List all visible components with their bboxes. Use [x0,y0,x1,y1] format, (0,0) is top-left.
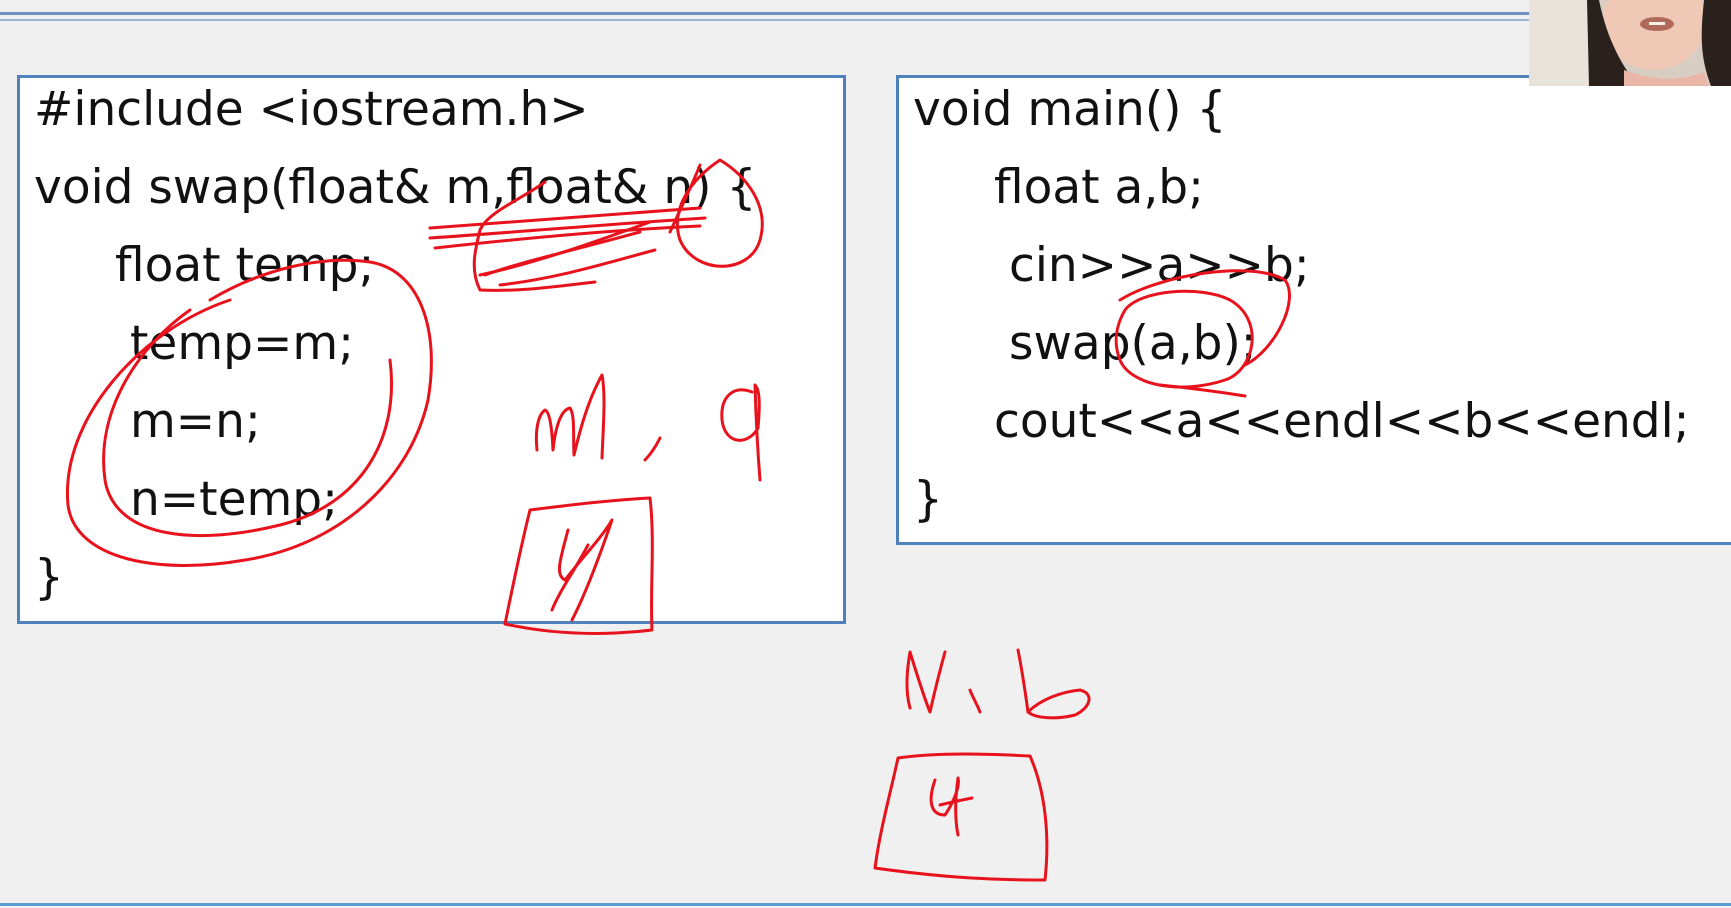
slide-footer-rule [0,903,1731,906]
code-line-swap-call: swap(a,b); [1009,316,1257,371]
code-line-cin: cin>>a>>b; [1009,238,1310,293]
code-line-main-close-brace: } [913,472,943,527]
main-function-code-box: void main() { float a,b; cin>>a>>b; swap… [896,75,1731,545]
swap-function-code-box: #include <iostream.h> void swap(float& m… [17,75,846,624]
code-line-n-assign: n=temp; [130,472,338,527]
handwritten-4-scribble [938,796,974,807]
code-line-m-assign: m=n; [130,394,261,449]
slide-canvas: #include <iostream.h> void swap(float& m… [0,0,1731,908]
handwritten-4-scribble [929,776,960,837]
presenter-video-icon [1529,0,1731,86]
slide-header-rule [0,12,1731,15]
slide-header-rule-secondary [0,19,1731,21]
handwritten-comma [968,688,982,714]
handwritten-b-label [1016,648,1091,720]
handwritten-a2-label [905,650,947,714]
code-line-close-brace: } [34,550,64,605]
code-line-temp-assign: temp=m; [130,316,354,371]
code-line-include: #include <iostream.h> [34,82,589,137]
code-line-cout: cout<<a<<endl<<b<<endl; [994,394,1690,449]
code-line-float-ab: float a,b; [994,160,1204,215]
code-line-float-temp: float temp; [115,238,375,293]
code-line-swap-signature: void swap(float& m,float& n) { [34,160,757,215]
memory-box-drawing [873,752,1049,882]
code-line-main-signature: void main() { [913,82,1227,137]
